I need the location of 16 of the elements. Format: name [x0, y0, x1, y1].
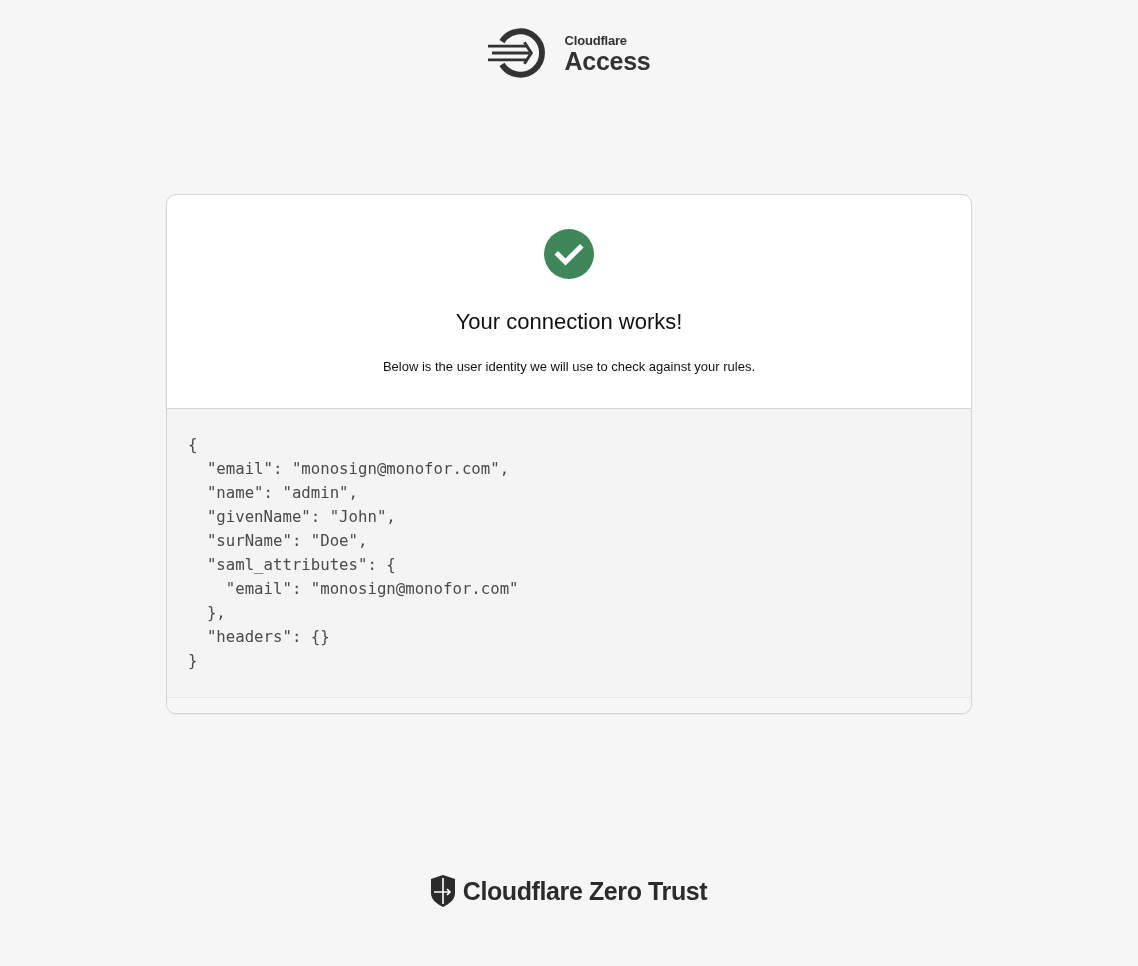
product-name: Access: [564, 47, 651, 74]
code-line: "givenName": "John",: [205, 506, 396, 528]
code-line: "surName": "Doe",: [205, 530, 368, 552]
code-line: },: [205, 602, 226, 624]
code-line: "saml_attributes": {: [205, 554, 396, 576]
code-line: {: [188, 434, 198, 456]
footer-brand-name: Cloudflare Zero Trust: [462, 876, 708, 906]
result-title: Your connection works!: [455, 308, 683, 336]
code-line: "headers": {}: [205, 626, 330, 648]
shield-icon: [430, 875, 455, 907]
code-line: "email": "monosign@monofor.com": [224, 578, 519, 600]
code-line: "email": "monosign@monofor.com",: [205, 458, 510, 480]
brand-name: Cloudflare: [564, 32, 628, 48]
code-line: }: [188, 650, 198, 672]
result-message: Below is the user identity we will use to check against your rules.: [382, 358, 756, 376]
code-line: "name": "admin",: [205, 482, 358, 504]
